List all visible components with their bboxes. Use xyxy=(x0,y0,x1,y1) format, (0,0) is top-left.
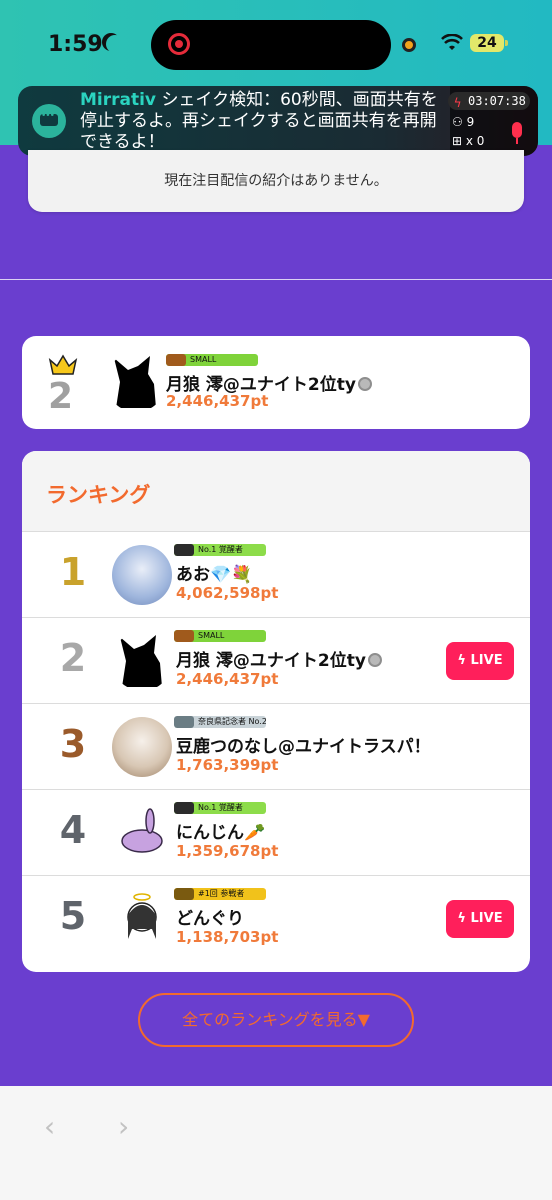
clock: 1:59 xyxy=(48,32,103,57)
achievement-badge: SMALL xyxy=(174,630,266,642)
rank-number: 5 xyxy=(59,894,87,938)
battery-indicator: 24 xyxy=(470,34,508,52)
notification-text: Mirrativ シェイク検知：60秒間、画面共有を停止するよ。再シェイクすると… xyxy=(80,90,452,153)
avatar xyxy=(112,889,172,949)
avatar xyxy=(112,545,172,605)
featured-stream-card: 現在注目配信の紹介はありません。 xyxy=(28,150,524,212)
wolf-silhouette-icon xyxy=(120,635,162,687)
streamer-points: 1,138,703pt xyxy=(176,928,279,946)
medal-icon xyxy=(357,377,372,391)
ranking-row[interactable]: 5 #1回 参戦者 どんぐり 1,138,703pt ϟ LIVE xyxy=(22,875,530,961)
character-avatar-icon xyxy=(127,893,157,939)
browser-bottom-nav: ‹ › xyxy=(0,1086,552,1200)
notification-app-name: Mirrativ xyxy=(80,90,157,110)
ranking-row[interactable]: 1 No.1 覚醒者 あお💎💐 4,062,598pt xyxy=(22,531,530,617)
see-all-ranking-button[interactable]: 全てのランキングを見る▼ xyxy=(138,993,414,1047)
featured-empty-message: 現在注目配信の紹介はありません。 xyxy=(164,173,388,189)
achievement-badge: 奈良県記念者 No.2 xyxy=(174,716,266,728)
badge-icon xyxy=(174,716,194,728)
ranking-row[interactable]: 3 奈良県記念者 No.2 豆鹿つのなし@ユナイトラスパ！ 1,763,399p… xyxy=(22,703,530,789)
microphone-icon[interactable] xyxy=(512,122,522,144)
avatar xyxy=(112,803,172,863)
moon-icon xyxy=(106,35,124,53)
streamer-points: 1,763,399pt xyxy=(176,756,279,774)
streamer-name: にんじん🥕 xyxy=(176,823,266,843)
my-rank-card[interactable]: SMALL 月狼 澪@ユナイト2位ty 2,446,437pt xyxy=(22,336,530,429)
status-bar: 1:59 24 xyxy=(0,0,552,90)
medal-icon xyxy=(367,653,382,667)
avatar xyxy=(106,352,166,412)
gift-count: ⊞ x 0 xyxy=(452,134,484,148)
recording-icon xyxy=(168,33,190,55)
streamer-points: 2,446,437pt xyxy=(176,670,279,688)
avatar xyxy=(112,631,172,691)
forward-arrow-icon[interactable]: › xyxy=(118,1110,129,1143)
wifi-icon xyxy=(441,34,463,50)
section-divider xyxy=(0,279,552,280)
ranking-row[interactable]: 4 No.1 覚醒者 にんじん🥕 1,359,678pt xyxy=(22,789,530,875)
streamer-name: 豆鹿つのなし@ユナイトラスパ！ xyxy=(176,737,431,757)
streamer-points: 1,359,678pt xyxy=(176,842,279,860)
back-arrow-icon[interactable]: ‹ xyxy=(44,1110,55,1143)
mirrativ-app-icon xyxy=(32,104,66,138)
recording-time-value: 03:07:38 xyxy=(468,94,526,108)
badge-icon xyxy=(174,630,194,642)
gift-count-value: x 0 xyxy=(465,134,485,148)
lightning-icon: ϟ xyxy=(457,653,466,668)
streamer-name: 月狼 澪@ユナイト2位ty xyxy=(176,646,382,671)
live-button[interactable]: ϟ LIVE xyxy=(446,900,514,938)
my-rank-number: 2 xyxy=(48,376,74,417)
achievement-badge: SMALL xyxy=(166,354,258,366)
ranking-row[interactable]: 2 SMALL 月狼 澪@ユナイト2位ty 2,446,437pt ϟ LIVE xyxy=(22,617,530,703)
gift-icon: ⊞ xyxy=(452,134,463,148)
privacy-indicator-icon xyxy=(402,38,416,52)
badge-icon xyxy=(174,888,194,900)
person-icon: ⚇ xyxy=(452,115,463,129)
wolf-silhouette-icon xyxy=(114,356,156,408)
rank-number: 1 xyxy=(59,550,87,594)
badge-icon xyxy=(174,544,194,556)
lightning-icon: ϟ xyxy=(454,96,462,110)
pokemon-avatar-icon xyxy=(121,808,163,853)
streamer-name: どんぐり xyxy=(176,909,244,929)
rank-number: 4 xyxy=(59,808,87,852)
recording-timer: ϟ 03:07:38 xyxy=(448,92,530,110)
streamer-name: あお💎💐 xyxy=(176,565,253,585)
viewer-count-value: 9 xyxy=(466,115,475,129)
rank-number: 2 xyxy=(59,636,87,680)
crown-icon xyxy=(48,354,78,375)
ranking-title: ランキング xyxy=(46,483,151,507)
my-rank-points: 2,446,437pt xyxy=(166,392,269,410)
badge-icon xyxy=(166,354,186,366)
achievement-badge: #1回 参戦者 xyxy=(174,888,266,900)
viewer-count: ⚇ 9 xyxy=(452,115,474,129)
achievement-badge: No.1 覚醒者 xyxy=(174,544,266,556)
ranking-card: ランキング 1 No.1 覚醒者 あお💎💐 4,062,598pt 2 SMAL… xyxy=(22,451,530,972)
ranking-header: ランキング xyxy=(22,451,530,531)
rank-number: 3 xyxy=(59,722,87,766)
achievement-badge: No.1 覚醒者 xyxy=(174,802,266,814)
badge-icon xyxy=(174,802,194,814)
streamer-points: 4,062,598pt xyxy=(176,584,279,602)
live-button[interactable]: ϟ LIVE xyxy=(446,642,514,680)
lightning-icon: ϟ xyxy=(457,911,466,926)
avatar xyxy=(112,717,172,777)
